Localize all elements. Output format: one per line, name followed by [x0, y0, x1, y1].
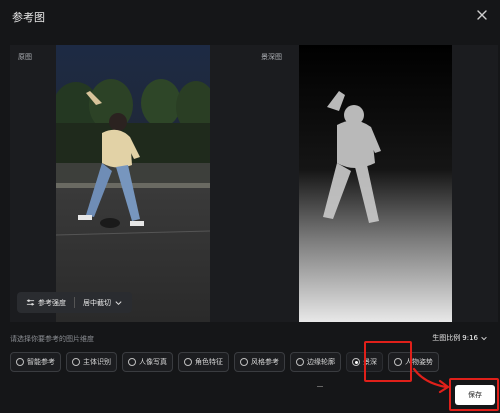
reference-dimension-options: 智能参考 主体识别 人像写真 角色特征 风格参考 边缘轮廓 景深 人物姿势: [10, 352, 495, 376]
option-label: 角色特征: [195, 358, 223, 366]
radio-icon: [184, 358, 192, 366]
dialog-header: 参考图: [0, 0, 500, 32]
option-portrait[interactable]: 人像写真: [122, 352, 173, 372]
image-toolbar: 参考强度 居中截切: [17, 292, 132, 313]
footer-divider: [317, 386, 323, 387]
option-label: 景深: [363, 358, 377, 366]
option-style-reference[interactable]: 风格参考: [234, 352, 285, 372]
option-character-features[interactable]: 角色特征: [178, 352, 229, 372]
original-image-label: 原图: [18, 53, 32, 61]
chevron-down-icon: [481, 336, 487, 341]
sliders-icon: [26, 299, 35, 306]
crop-mode-dropdown[interactable]: 居中截切: [79, 296, 127, 310]
toolbar-divider: [74, 297, 75, 308]
option-subject-recognition[interactable]: 主体识别: [66, 352, 117, 372]
radio-icon: [128, 358, 136, 366]
save-button[interactable]: 保存: [455, 385, 495, 405]
radio-icon: [240, 358, 248, 366]
dimension-hint: 请选择你要参考的图片维度: [10, 335, 94, 343]
option-label: 人物姿势: [405, 358, 433, 366]
option-label: 主体识别: [83, 358, 111, 366]
option-depth[interactable]: 景深: [346, 352, 383, 372]
option-smart-reference[interactable]: 智能参考: [10, 352, 61, 372]
reference-image-dialog: 参考图 原图 景深图 参考强度 居中截切 请选择你要参考的图片维度 生图比例 9…: [0, 0, 500, 413]
chevron-down-icon: [115, 301, 122, 306]
radio-icon: [16, 358, 24, 366]
original-image: [56, 45, 210, 322]
radio-icon: [296, 358, 304, 366]
depth-map-image: [299, 45, 452, 322]
option-pose[interactable]: 人物姿势: [388, 352, 439, 372]
crop-mode-label: 居中截切: [83, 298, 111, 307]
radio-icon: [394, 358, 402, 366]
option-label: 边缘轮廓: [307, 358, 335, 366]
reference-strength-label: 参考强度: [38, 298, 66, 307]
option-edge-contour[interactable]: 边缘轮廓: [290, 352, 341, 372]
dialog-title: 参考图: [12, 11, 45, 24]
close-icon[interactable]: [474, 7, 490, 23]
radio-selected-icon: [352, 358, 360, 366]
option-label: 智能参考: [27, 358, 55, 366]
radio-icon: [72, 358, 80, 366]
aspect-ratio-value: 9:16: [462, 334, 478, 342]
depth-image-label: 景深图: [261, 53, 282, 61]
aspect-ratio-selector[interactable]: 生图比例 9:16: [432, 333, 488, 343]
option-label: 人像写真: [139, 358, 167, 366]
reference-strength-button[interactable]: 参考强度: [22, 296, 70, 310]
option-label: 风格参考: [251, 358, 279, 366]
aspect-ratio-label: 生图比例: [432, 334, 461, 342]
